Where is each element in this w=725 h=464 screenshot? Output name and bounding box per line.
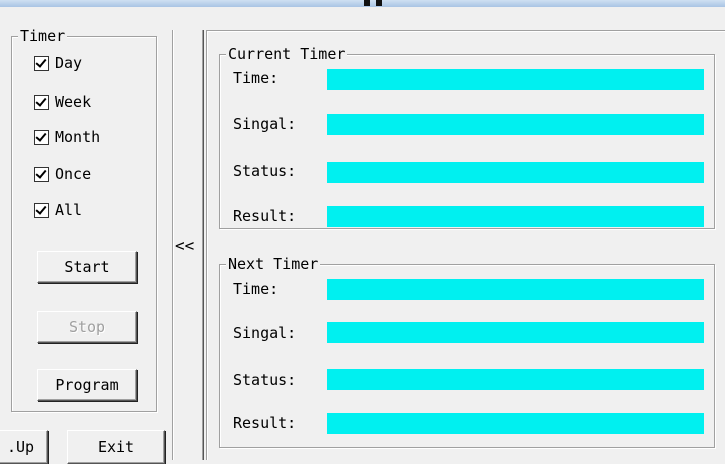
checkmark-icon (34, 166, 49, 182)
current-singal-field (327, 114, 704, 135)
current-result-label: Result: (233, 207, 297, 225)
current-result-field (327, 206, 704, 227)
stop-button[interactable]: Stop (37, 311, 137, 343)
all-checkbox-label: All (55, 201, 83, 219)
next-result-label: Result: (233, 414, 297, 432)
once-checkbox[interactable]: Once (34, 164, 91, 184)
start-button[interactable]: Start (37, 251, 137, 283)
month-checkbox[interactable]: Month (34, 127, 100, 147)
day-checkbox[interactable]: Day (34, 53, 82, 73)
next-timer-label: Next Timer (226, 255, 321, 273)
next-time-label: Time: (233, 280, 279, 298)
checkmark-icon (34, 55, 49, 71)
up-button[interactable]: .Up (0, 430, 48, 464)
next-time-field (327, 279, 704, 300)
week-checkbox[interactable]: Week (34, 92, 91, 112)
checkmark-icon (34, 94, 49, 110)
day-checkbox-label: Day (55, 54, 83, 72)
checkmark-icon (34, 129, 49, 145)
strip-divider (202, 30, 203, 460)
next-status-label: Status: (233, 371, 297, 389)
next-status-field (327, 369, 704, 390)
current-singal-label: Singal: (233, 115, 297, 133)
program-button[interactable]: Program (37, 369, 137, 401)
exit-button[interactable]: Exit (67, 430, 165, 464)
next-singal-label: Singal: (233, 324, 297, 342)
current-time-label: Time: (233, 69, 279, 87)
collapse-chevron-icon[interactable]: << (175, 236, 194, 255)
week-checkbox-label: Week (55, 93, 92, 111)
current-timer-label: Current Timer (226, 45, 348, 63)
timer-group-label: Timer (18, 27, 68, 45)
title-bar-edge (0, 0, 725, 7)
title-bar-glyph (364, 0, 382, 6)
once-checkbox-label: Once (55, 165, 92, 183)
all-checkbox[interactable]: All (34, 200, 82, 220)
next-result-field (327, 413, 704, 434)
current-status-field (327, 162, 704, 183)
checkmark-icon (34, 202, 49, 218)
current-time-field (327, 69, 704, 90)
next-singal-field (327, 322, 704, 343)
month-checkbox-label: Month (55, 128, 101, 146)
current-status-label: Status: (233, 162, 297, 180)
